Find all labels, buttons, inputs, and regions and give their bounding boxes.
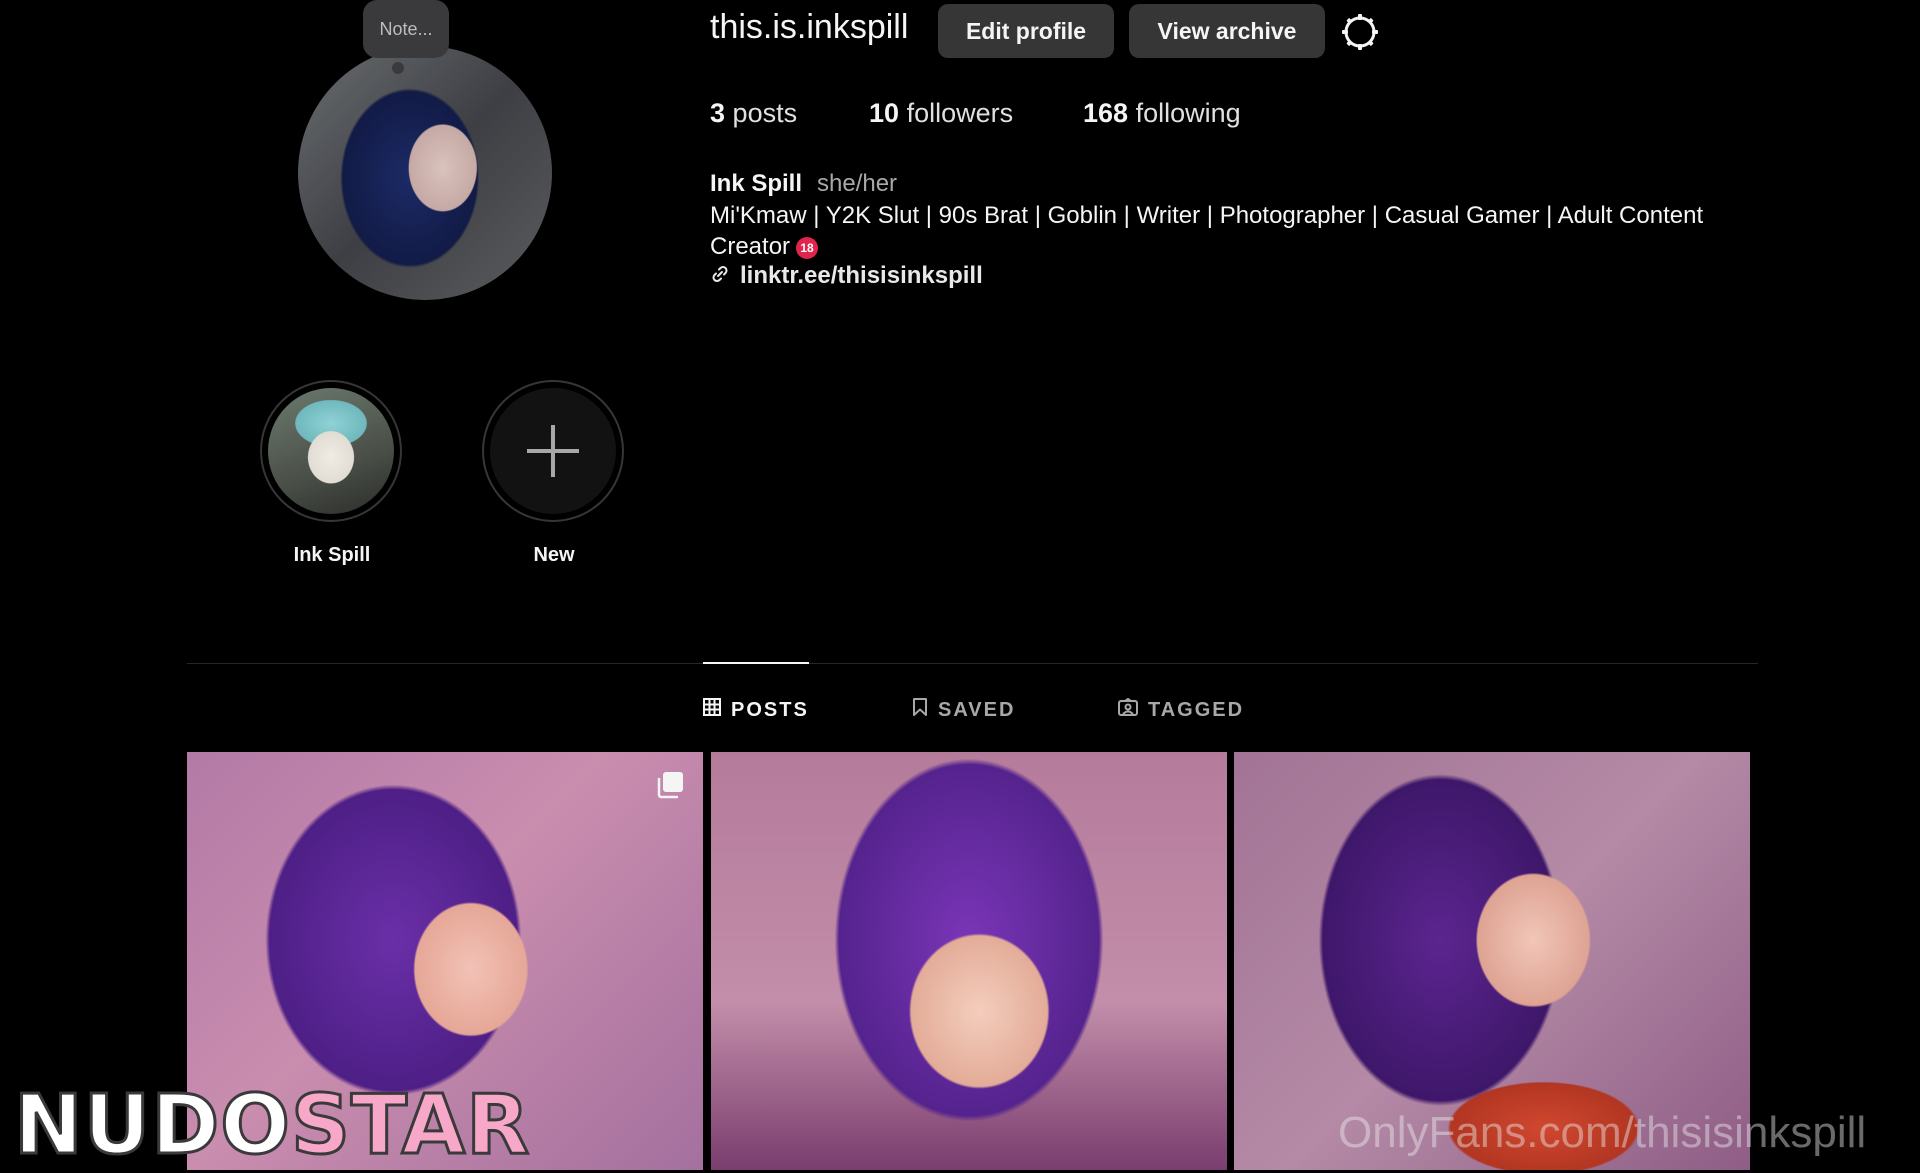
profile-link[interactable]: linktr.ee/thisisinkspill	[710, 262, 983, 290]
nudostar-watermark-logo: NUDOSTAR	[13, 1077, 531, 1173]
followers-count-label: followers	[906, 98, 1014, 128]
onlyfans-watermark: OnlyFans.com/thisisinkspill	[1338, 1108, 1867, 1157]
post-thumbnail[interactable]	[711, 752, 1227, 1170]
profile-username: this.is.inkspill	[710, 8, 909, 46]
posts-count: 3 posts	[710, 98, 797, 129]
highlight-label: New	[533, 544, 575, 566]
settings-gear-icon[interactable]	[1340, 12, 1380, 52]
following-count[interactable]: 168 following	[1083, 98, 1241, 129]
tab-tagged-label: TAGGED	[1148, 698, 1245, 721]
logo-part-1: NUDO	[13, 1077, 292, 1173]
bio-text: Mi'Kmaw | Y2K Slut | 90s Brat | Goblin |…	[710, 202, 1704, 260]
bookmark-icon	[912, 698, 928, 722]
profile-full-name: Ink Spill	[710, 170, 803, 197]
logo-part-2: STAR	[289, 1077, 531, 1173]
posts-count-value: 3	[710, 98, 726, 128]
profile-avatar[interactable]	[298, 46, 552, 300]
note-bubble[interactable]: Note...	[363, 0, 449, 58]
grid-icon	[703, 698, 721, 722]
following-count-value: 168	[1083, 98, 1129, 128]
highlight-cover-image	[268, 388, 394, 514]
following-count-label: following	[1135, 98, 1241, 128]
view-archive-button[interactable]: View archive	[1129, 4, 1325, 58]
tab-tagged[interactable]: TAGGED	[1118, 697, 1245, 722]
tab-posts[interactable]: POSTS	[703, 698, 809, 722]
new-highlight-circle	[490, 388, 616, 514]
note-bubble-tail	[392, 62, 404, 74]
link-icon	[710, 264, 730, 289]
tabs-divider	[187, 663, 1758, 664]
active-tab-indicator	[703, 662, 809, 664]
profile-link-text[interactable]: linktr.ee/thisisinkspill	[740, 262, 983, 290]
tab-saved[interactable]: SAVED	[912, 698, 1015, 722]
tagged-icon	[1118, 697, 1138, 722]
profile-bio: Mi'Kmaw | Y2K Slut | 90s Brat | Goblin |…	[710, 200, 1770, 262]
carousel-icon	[655, 770, 685, 800]
highlight-new[interactable]	[482, 380, 624, 522]
age-18-icon: 18	[796, 237, 819, 259]
profile-pronouns: she/her	[817, 170, 898, 197]
highlight-ring	[260, 380, 402, 522]
followers-count-value: 10	[869, 98, 900, 128]
tab-saved-label: SAVED	[938, 698, 1016, 721]
highlight-ink-spill[interactable]	[260, 380, 402, 522]
followers-count[interactable]: 10 followers	[869, 98, 1013, 129]
highlight-ring	[482, 380, 624, 522]
tab-posts-label: POSTS	[731, 698, 809, 721]
plus-icon	[527, 425, 579, 477]
edit-profile-button[interactable]: Edit profile	[938, 4, 1114, 58]
highlight-label: Ink Spill	[293, 544, 371, 566]
posts-count-label: posts	[732, 98, 798, 128]
